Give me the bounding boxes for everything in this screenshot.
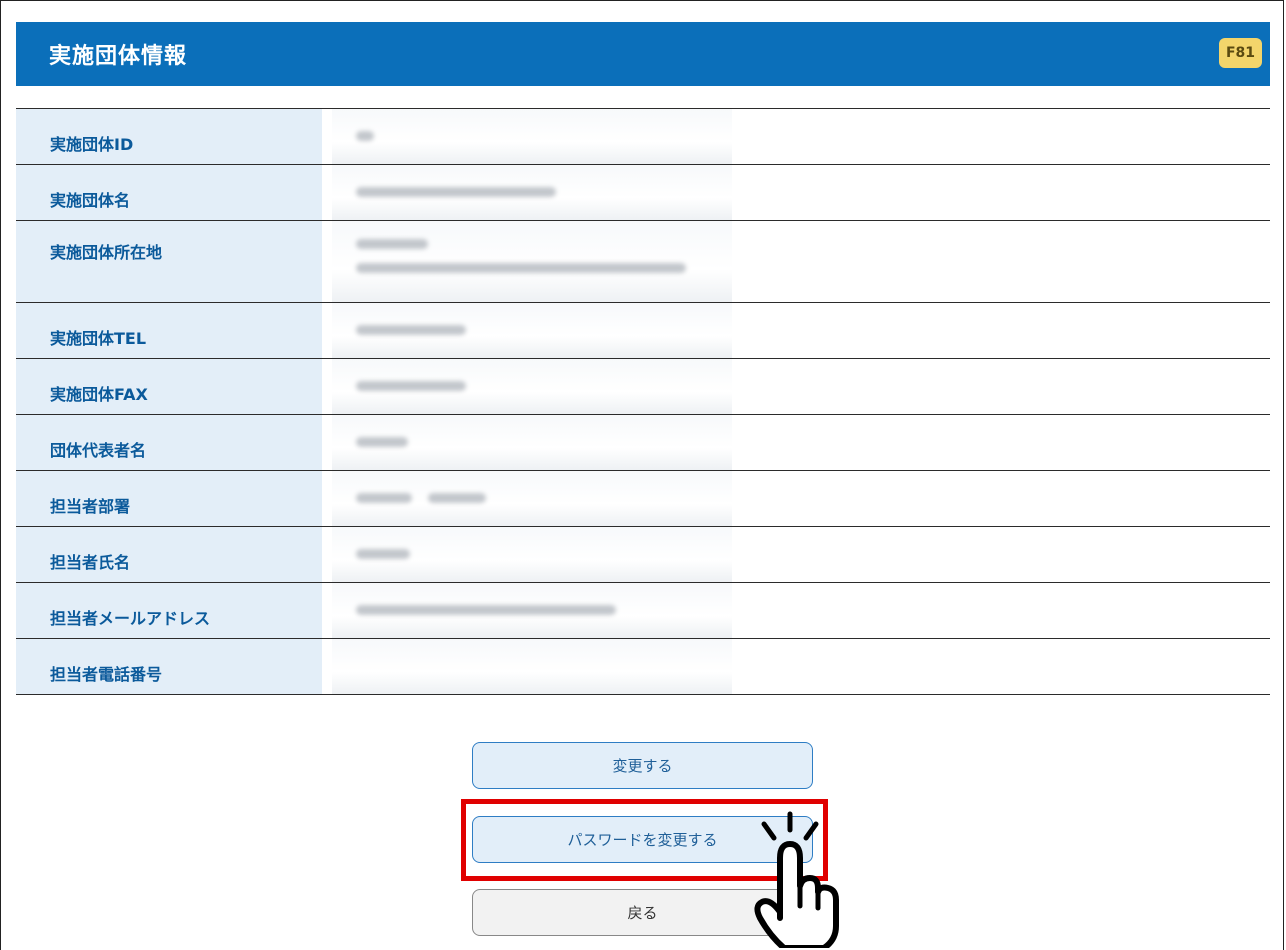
blurred-value	[332, 359, 732, 414]
row-value-org-address	[322, 221, 1270, 303]
blurred-value	[332, 527, 732, 582]
blurred-value	[332, 109, 732, 164]
table-row: 実施団体FAX	[16, 358, 1270, 415]
row-value-contact-email	[322, 583, 1270, 639]
row-value-contact-name	[322, 527, 1270, 583]
blurred-value	[332, 471, 732, 526]
row-value-contact-phone	[322, 639, 1270, 695]
table-row: 担当者部署	[16, 470, 1270, 527]
row-value-org-id	[322, 109, 1270, 165]
screen-id-badge: F81	[1219, 38, 1262, 68]
row-label-org-id: 実施団体ID	[16, 108, 322, 165]
blurred-value	[332, 221, 732, 302]
row-label-contact-dept: 担当者部署	[16, 470, 322, 527]
table-row: 担当者メールアドレス	[16, 582, 1270, 639]
row-label-contact-email: 担当者メールアドレス	[16, 582, 322, 639]
table-row: 担当者電話番号	[16, 638, 1270, 695]
page-header: 実施団体情報 F81	[16, 22, 1270, 86]
blurred-value	[332, 165, 732, 220]
table-row: 実施団体ID	[16, 108, 1270, 165]
row-value-org-fax	[322, 359, 1270, 415]
page-title: 実施団体情報	[49, 44, 188, 69]
table-row: 担当者氏名	[16, 526, 1270, 583]
blurred-value	[332, 303, 732, 358]
row-label-org-tel: 実施団体TEL	[16, 302, 322, 359]
row-label-contact-name: 担当者氏名	[16, 526, 322, 583]
organization-info-table: 実施団体ID 実施団体名 実施団体所在地 実施団体TEL 実施団体FAX 団体代…	[16, 108, 1270, 695]
pointing-hand-click-icon	[754, 811, 839, 948]
blurred-value	[332, 583, 732, 638]
row-value-contact-dept	[322, 471, 1270, 527]
table-row: 実施団体所在地	[16, 220, 1270, 303]
table-row: 実施団体名	[16, 164, 1270, 221]
row-label-contact-phone: 担当者電話番号	[16, 638, 322, 695]
empty-value	[332, 639, 732, 694]
table-row: 実施団体TEL	[16, 302, 1270, 359]
row-label-org-name: 実施団体名	[16, 164, 322, 221]
row-label-representative: 団体代表者名	[16, 414, 322, 471]
table-row: 団体代表者名	[16, 414, 1270, 471]
row-label-org-fax: 実施団体FAX	[16, 358, 322, 415]
row-value-representative	[322, 415, 1270, 471]
row-value-org-tel	[322, 303, 1270, 359]
row-value-org-name	[322, 165, 1270, 221]
blurred-value	[332, 415, 732, 470]
row-label-org-address: 実施団体所在地	[16, 220, 322, 303]
change-button[interactable]: 変更する	[472, 742, 813, 789]
